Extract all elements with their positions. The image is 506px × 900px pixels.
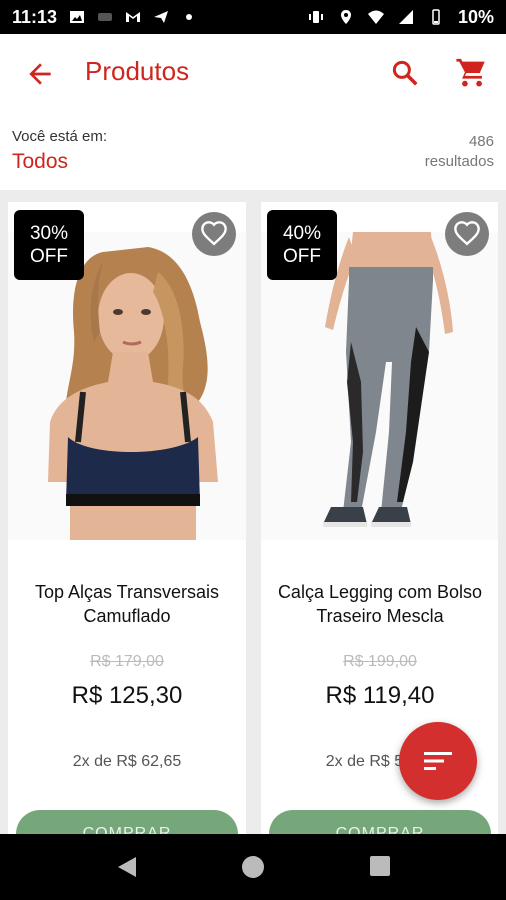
discount-badge: 40% OFF [267,210,337,280]
location-label: Você está em: [12,128,108,145]
buy-button[interactable]: COMPRAR [269,810,491,834]
nav-home-icon[interactable] [242,856,264,878]
notification-icons [69,9,197,25]
location-value[interactable]: Todos [12,150,68,174]
navigation-bar [0,834,506,900]
product-old-price: R$ 179,00 [90,653,164,670]
battery-percent: 10% [457,6,494,27]
discount-percent: 30% [29,223,69,244]
status-bar: 11:13 10% [0,0,506,34]
search-icon[interactable] [390,58,420,88]
discount-badge: 30% OFF [14,210,84,280]
app-icon [98,13,113,21]
results-number: 486 [468,133,494,150]
buy-button[interactable]: COMPRAR [16,810,238,834]
product-name: Calça Legging com Bolso Traseiro Mescla [277,582,483,626]
favorite-button[interactable] [445,212,489,256]
product-price: R$ 125,30 [71,682,183,709]
filter-button[interactable] [399,722,477,800]
heart-outline-icon [201,221,227,246]
status-time: 11:13 [12,6,58,27]
discount-off: OFF [30,246,68,267]
dot-icon [186,14,193,20]
heart-outline-icon [454,221,480,246]
discount-off: OFF [283,246,321,267]
gmail-icon [126,12,141,22]
results-count: 486 resultados [425,132,494,172]
product-old-price: R$ 199,00 [343,653,417,670]
product-card[interactable]: 30% OFF Top Alças Transversais Camuflado… [8,202,246,834]
cart-icon[interactable] [455,56,489,90]
system-icons: 10% [308,7,494,28]
product-name: Top Alças Transversais Camuflado [34,582,220,626]
results-label: resultados [424,153,494,170]
vibrate-icon [308,11,323,23]
nav-recents-icon[interactable] [370,856,390,876]
signal-icon [398,10,413,24]
location-icon [340,10,351,24]
product-installments: 2x de R$ 62,65 [72,753,182,770]
product-price: R$ 119,40 [325,682,435,709]
location-bar: Você está em: Todos 486 resultados [0,114,506,190]
nav-back-icon[interactable] [116,856,138,878]
image-icon [70,11,85,23]
favorite-button[interactable] [192,212,236,256]
page-title: Produtos [85,56,190,86]
wifi-icon [367,10,384,24]
discount-percent: 40% [282,223,322,244]
send-icon [154,11,169,23]
arrow-back-icon[interactable] [24,58,56,90]
app-bar: Produtos [0,34,506,114]
sort-icon [424,752,452,770]
battery-icon [432,9,440,25]
